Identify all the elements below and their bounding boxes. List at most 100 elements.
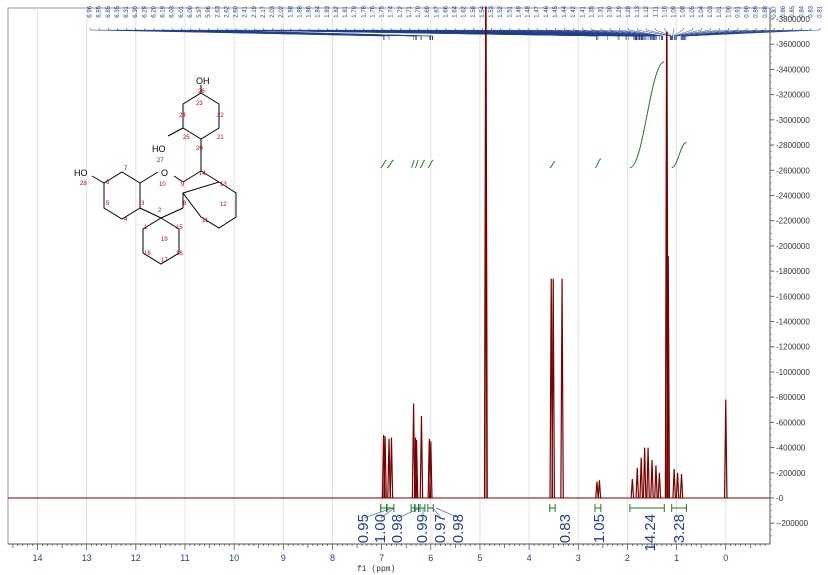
nmr-spectrum-chart: 6.96 6.95 6.85 6.35 6.31 6.30 6.29 6.20 6.19 6.03… — [0, 0, 828, 575]
atom-number: 19 — [161, 237, 168, 243]
peak-label: 1.88 — [297, 5, 303, 17]
peak-label: 1.09 — [672, 5, 678, 17]
peak-label: 1.71 — [407, 5, 413, 17]
integral-value: 1.00 — [372, 514, 389, 543]
peak-label: 1.01 — [717, 5, 723, 17]
peak-label: 6.03 — [170, 5, 176, 17]
y-tick-label: -200000 — [776, 469, 806, 478]
y-tick-label: -1000000 — [776, 368, 810, 377]
integral-value: 14.24 — [642, 514, 659, 552]
peak-label: 2.03 — [270, 5, 276, 17]
atom-28-label: 28 — [80, 181, 87, 187]
peak-label: 1.98 — [288, 5, 294, 17]
peak-label: 6.01 — [179, 5, 185, 17]
peak-label: 1.28 — [626, 5, 632, 17]
peak-label: 1.76 — [370, 5, 376, 17]
x-tick-label: 0 — [723, 553, 728, 563]
atom-number: 17 — [161, 258, 168, 264]
atom-10-label: 10 — [159, 182, 166, 188]
peak-label: 2.02 — [279, 5, 285, 17]
peak-label: 1.04 — [699, 5, 705, 17]
peak-label: 6.35 — [115, 5, 121, 17]
peak-label: 6.85 — [106, 5, 112, 17]
peak-label: 1.52 — [498, 5, 504, 17]
peak-label: 5.97 — [197, 5, 203, 17]
y-tick-label: -1200000 — [776, 343, 810, 352]
peak-label: 2.41 — [243, 5, 249, 17]
peak-label: 0.91 — [735, 5, 741, 17]
atom-number: 16 — [144, 251, 151, 257]
peak-label: 1.42 — [571, 5, 577, 17]
peak-label: 1.86 — [307, 5, 313, 17]
peak-label: 6.20 — [151, 5, 157, 17]
peak-label: 1.12 — [644, 5, 650, 17]
x-tick-label: 14 — [32, 553, 42, 563]
atom-number: 24 — [179, 113, 186, 119]
peak-label: 6.19 — [161, 5, 167, 17]
x-tick-label: 5 — [477, 553, 482, 563]
atom-number: 20 — [196, 146, 203, 152]
x-tick-label: 2 — [625, 553, 630, 563]
integral-value: 0.98 — [450, 514, 467, 543]
peak-label: 1.00 — [726, 5, 732, 17]
peak-label: 1.69 — [425, 5, 431, 17]
peak-label: 1.41 — [580, 5, 586, 17]
atom-number: 14 — [199, 171, 206, 177]
peak-label: 6.30 — [133, 5, 139, 17]
y-tick-label: -2400000 — [776, 191, 810, 200]
peak-label: 5.96 — [206, 5, 212, 17]
peak-label: 0.89 — [754, 5, 760, 17]
ho-mid-label: HO — [152, 144, 166, 154]
peak-label: 1.35 — [589, 5, 595, 17]
peak-label: 6.31 — [124, 5, 130, 17]
peak-label: 1.44 — [562, 5, 568, 17]
peak-label: 1.75 — [380, 5, 386, 17]
integral-value: 3.28 — [671, 514, 688, 543]
x-tick-label: 8 — [330, 553, 335, 563]
peak-label: 6.96 — [88, 5, 94, 17]
ho-left-label: HO — [74, 168, 88, 178]
x-tick-label: 4 — [527, 553, 532, 563]
x-tick-label: 12 — [131, 553, 141, 563]
peak-label: 1.48 — [526, 5, 532, 17]
atom-number: 12 — [220, 202, 227, 208]
integral-value: 1.05 — [591, 514, 608, 543]
peak-label: 0.90 — [745, 5, 751, 17]
atom-number: 11 — [202, 218, 209, 224]
peak-label: 1.74 — [389, 5, 395, 17]
y-tick-label: -2000000 — [776, 242, 810, 251]
peak-label: 1.10 — [662, 5, 668, 17]
peak-label: 1.81 — [343, 5, 349, 17]
atom-number: 18 — [176, 251, 183, 257]
atom-number: 22 — [217, 113, 224, 119]
y-tick-label: -2200000 — [776, 217, 810, 226]
peak-label: 2.63 — [215, 5, 221, 17]
x-tick-label: 11 — [180, 553, 189, 563]
y-tick-label: -3200000 — [776, 91, 810, 100]
x-tick-label: 3 — [576, 553, 581, 563]
y-tick-label: -400000 — [776, 444, 806, 453]
peak-label: 1.03 — [708, 5, 714, 17]
peak-label: 1.70 — [416, 5, 422, 17]
x-tick-label: 9 — [281, 553, 286, 563]
integral-value: 0.98 — [389, 514, 406, 543]
peak-label: 6.00 — [188, 5, 194, 17]
peak-label: 1.58 — [471, 5, 477, 17]
peak-label: 1.72 — [398, 5, 404, 17]
atom-number: 15 — [176, 225, 183, 231]
atom-26-label: 26 — [198, 89, 205, 95]
peak-label: 1.08 — [681, 5, 687, 17]
y-tick-label: -3000000 — [776, 116, 810, 125]
ring-oxygen-label: O — [161, 168, 168, 178]
peak-label: 1.05 — [690, 5, 696, 17]
atom-27-label: 27 — [157, 158, 164, 164]
peak-label: 2.19 — [252, 5, 258, 17]
atom-number: 23 — [196, 101, 203, 107]
peak-label: 2.17 — [261, 5, 267, 17]
x-tick-label: 10 — [229, 553, 239, 563]
peak-label: 1.30 — [608, 5, 614, 17]
y-tick-label: -600000 — [776, 418, 806, 427]
peak-label: 1.83 — [325, 5, 331, 17]
peak-label: 1.82 — [334, 5, 340, 17]
peak-label: 1.11 — [653, 5, 659, 17]
